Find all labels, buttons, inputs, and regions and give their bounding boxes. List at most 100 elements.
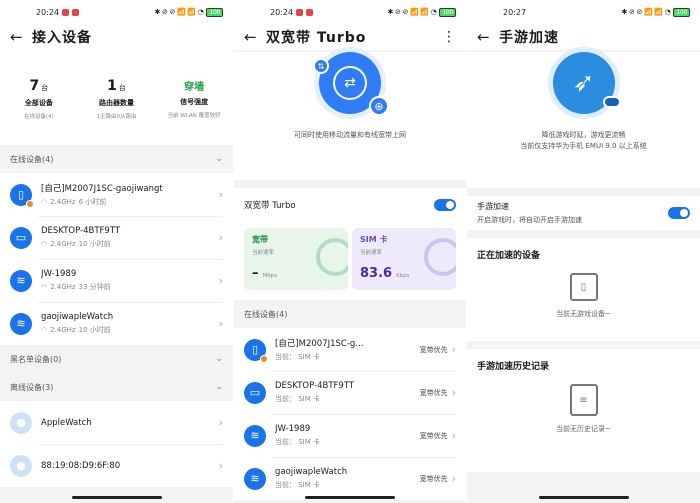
- notification-icon: [306, 8, 314, 16]
- notification-icon: [72, 8, 80, 16]
- back-arrow-icon[interactable]: ←: [10, 28, 32, 46]
- stat-value: 1: [107, 78, 117, 94]
- online-devices-list: ▯ [自己]M2007J1SC-g… 当前： SIM 卡 宽带优先 › ▭ DES…: [234, 328, 466, 500]
- section-title: 正在加速的设备: [477, 251, 541, 261]
- wifi-signal-icon: ◠: [41, 283, 48, 291]
- device-name: [自己]M2007J1SC-g…: [275, 339, 364, 349]
- chevron-right-icon: ›: [451, 429, 456, 442]
- stat-unit: 台: [41, 84, 49, 92]
- status-bar: 20:27 ✱ ⊘ ⊘ 📶 📶 ◔ 100: [467, 0, 700, 24]
- phone-icon: ▯: [10, 183, 34, 208]
- home-indicator[interactable]: [305, 496, 395, 499]
- notification-icon: [62, 8, 70, 16]
- home-indicator[interactable]: [538, 496, 629, 499]
- list-item[interactable]: ▯ [自己]M2007J1SC-g… 当前： SIM 卡 宽带优先 ›: [234, 328, 466, 371]
- game-hero: ➶ 降低游戏时延，游戏更流畅 当前仅支持华为手机 EMUI 9.0 以上系统: [467, 52, 700, 188]
- home-indicator[interactable]: [71, 496, 162, 499]
- wifi-signal-icon: ◠: [41, 240, 48, 248]
- device-band: 2.4GHz: [50, 326, 76, 334]
- priority-label: 宽带优先: [419, 388, 448, 397]
- list-item[interactable]: ▭ DESKTOP-4BTF9TT ◠ 2.4GHz 10 小时前 ›: [0, 216, 233, 259]
- stat-sub: 在线设备(4): [23, 114, 54, 120]
- toggle-sub: 开启游戏时，将自动开启手游加速: [477, 216, 582, 224]
- online-devices-list: ▯ [自己]M2007J1SC-gaojiwangt ◠ 2.4GHz 6 小时前 …: [0, 173, 233, 345]
- stat-label: 信号强度: [180, 98, 209, 106]
- card-unit: Kbps: [396, 273, 410, 279]
- back-arrow-icon[interactable]: ←: [477, 28, 499, 46]
- device-sub: 当前： SIM 卡: [275, 395, 320, 403]
- page-title: 手游加速: [499, 30, 559, 46]
- device-name: gaojiwapleWatch: [41, 312, 114, 322]
- device-name: JW-1989: [41, 269, 77, 279]
- card-value: 83.6: [360, 266, 393, 281]
- globe-icon: [316, 238, 348, 276]
- turbo-toggle-row: 双宽带 Turbo: [234, 188, 466, 222]
- history-section: 手游加速历史记录 ≡ 当前无历史记录~: [467, 349, 700, 472]
- list-item[interactable]: ≋ gaojiwapleWatch ◠ 2.4GHz 10 小时前 ›: [0, 302, 233, 345]
- monitor-icon: ▭: [244, 381, 266, 404]
- more-options-icon[interactable]: ⋮: [442, 29, 456, 45]
- empty-text: 当前无游戏设备~: [556, 310, 611, 318]
- stat-router-count: 1台 路由器数量 1主路由0从路由: [78, 78, 156, 145]
- device-band: 2.4GHz: [50, 240, 76, 248]
- device-name: DESKTOP-4BTF9TT: [275, 381, 355, 391]
- stat-label: 路由器数量: [99, 99, 134, 107]
- priority-label: 宽带优先: [419, 431, 448, 440]
- battery-icon: 100: [439, 7, 456, 17]
- device-name: gaojiwapleWatch: [275, 467, 348, 477]
- list-item[interactable]: ▯ [自己]M2007J1SC-gaojiwangt ◠ 2.4GHz 6 小时前 …: [0, 173, 233, 216]
- section-label: 在线设备(4): [244, 309, 288, 319]
- apple-icon: ●: [10, 411, 32, 434]
- page-title: 接入设备: [32, 30, 92, 46]
- connected-devices-screen: 20:24 ✱ ⊘ ⊘ 📶 📶 ◔ 100 ← 接入设备 7台 全部设备 在线设备…: [0, 0, 233, 503]
- list-item[interactable]: ● AppleWatch ›: [0, 401, 233, 444]
- list-item[interactable]: ≋ JW-1989 当前： SIM 卡 宽带优先 ›: [234, 414, 466, 457]
- device-name: 88:19:08:D9:6F:80: [41, 460, 121, 471]
- toggle-label: 双宽带 Turbo: [244, 201, 296, 211]
- apple-icon: ●: [10, 454, 32, 477]
- offline-devices-header[interactable]: 离线设备(3) ⌄: [0, 373, 233, 401]
- broadband-card: 宽带 当前速率 – Mbps: [244, 228, 348, 290]
- turbo-hero: ⇅ ⇄ ⊕ 可同时使用移动流量和有线宽带上网: [234, 52, 466, 180]
- wifi-icon: ≋: [10, 312, 32, 335]
- speed-cards: 宽带 当前速率 – Mbps SIM 卡 当前速率 83.6 Kbps: [234, 222, 466, 300]
- list-item[interactable]: ≋ JW-1989 ◠ 2.4GHz 33 分钟前 ›: [0, 259, 233, 302]
- section-label: 黑名单设备(0): [10, 354, 62, 364]
- online-devices-header[interactable]: 在线设备(4) ⌄: [0, 145, 233, 173]
- stat-value: 穿墙: [184, 82, 205, 93]
- chevron-right-icon: ›: [218, 459, 223, 472]
- status-icons: ✱ ⊘ ⊘ 📶 📶 ◔: [621, 8, 671, 16]
- status-time: 20:24: [270, 7, 294, 17]
- list-item[interactable]: ≋ gaojiwapleWatch 当前： SIM 卡 宽带优先 ›: [234, 457, 466, 500]
- monitor-icon: ▭: [10, 226, 32, 249]
- stat-unit: 台: [118, 84, 126, 92]
- blacklist-header[interactable]: 黑名单设备(0) ⌄: [0, 345, 233, 373]
- hero-caption-sub: 当前仅支持华为手机 EMUI 9.0 以上系统: [520, 142, 647, 150]
- game-acceleration-switch[interactable]: [668, 207, 690, 219]
- network-speed-icon: ⇅: [313, 58, 329, 74]
- status-bar: 20:24 ✱ ⊘ ⊘ 📶 📶 ◔ 100: [0, 0, 233, 24]
- back-arrow-icon[interactable]: ←: [244, 28, 266, 46]
- list-item[interactable]: ● 88:19:08:D9:6F:80 ›: [0, 444, 233, 487]
- device-name: AppleWatch: [41, 417, 92, 428]
- game-acceleration-screen: 20:27 ✱ ⊘ ⊘ 📶 📶 ◔ 100 ← 手游加速 ➶ 降低游戏时延，游戏更…: [467, 0, 700, 503]
- stat-sub: 当前 WLAN 覆盖较好: [167, 113, 221, 119]
- device-time: 10 小时前: [78, 240, 111, 248]
- sim-card: SIM 卡 当前速率 83.6 Kbps: [352, 228, 456, 290]
- turbo-switch[interactable]: [434, 199, 456, 211]
- chevron-right-icon: ›: [218, 416, 223, 429]
- online-devices-header: 在线设备(4): [234, 300, 466, 328]
- status-time: 20:24: [36, 7, 60, 17]
- wifi-signal-icon: ◠: [41, 198, 48, 206]
- battery-icon: 100: [673, 7, 690, 17]
- gamepad-icon: [602, 96, 621, 108]
- chevron-right-icon: ›: [218, 188, 223, 201]
- chevron-down-icon: ⌄: [215, 354, 223, 364]
- device-stats: 7台 全部设备 在线设备(4) 1台 路由器数量 1主路由0从路由 穿墙 信号强…: [0, 50, 233, 145]
- wifi-icon: ≋: [244, 424, 266, 447]
- priority-label: 宽带优先: [419, 345, 448, 354]
- empty-state: ▯ 当前无游戏设备~: [467, 261, 700, 341]
- hero-caption: 可同时使用移动流量和有线宽带上网: [294, 131, 406, 139]
- page-title: 双宽带 Turbo: [266, 30, 367, 46]
- list-item[interactable]: ▭ DESKTOP-4BTF9TT 当前： SIM 卡 宽带优先 ›: [234, 371, 466, 414]
